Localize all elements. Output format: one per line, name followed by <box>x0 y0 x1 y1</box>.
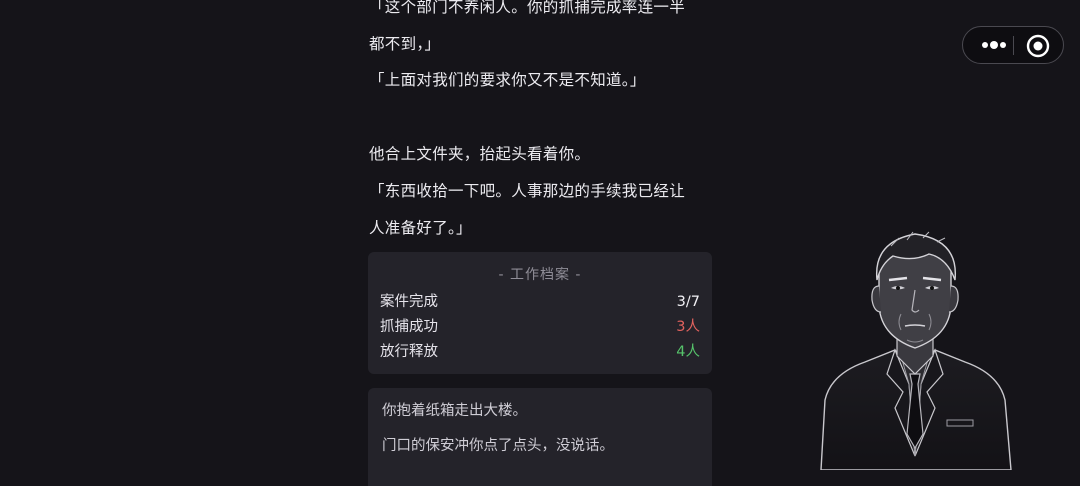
stat-row-cases: 案件完成 3/7 <box>380 292 700 312</box>
stat-value: 3人 <box>676 319 700 335</box>
supervisor-portrait <box>817 224 1013 471</box>
close-target-icon[interactable] <box>1025 33 1051 59</box>
miniprogram-capsule <box>962 26 1064 64</box>
story-line: 都不到，」 <box>369 35 441 53</box>
stat-row-released: 放行释放 4人 <box>380 342 700 362</box>
ending-note-line: 门口的保安冲你点了点头，没说话。 <box>382 438 614 454</box>
work-file-card: - 工作档案 - 案件完成 3/7 抓捕成功 3人 放行释放 4人 <box>368 252 712 374</box>
story-line: 「上面对我们的要求你又不是不知道。」 <box>369 71 646 89</box>
stat-label: 放行释放 <box>380 344 438 360</box>
story-line: 「东西收拾一下吧。人事那边的手续我已经让 <box>369 182 686 200</box>
game-screen: 「这个部门不养闲人。你的抓捕完成率连一半 都不到，」 「上面对我们的要求你又不是… <box>0 0 1080 486</box>
stat-row-arrests: 抓捕成功 3人 <box>380 317 700 337</box>
work-file-title: - 工作档案 - <box>498 267 582 283</box>
stat-value: 4人 <box>676 344 700 360</box>
stat-value: 3/7 <box>676 294 700 310</box>
story-line: 人准备好了。」 <box>369 219 472 237</box>
more-dots-icon[interactable] <box>978 27 1014 63</box>
story-line: 「这个部门不养闲人。你的抓捕完成率连一半 <box>369 0 686 16</box>
ending-note-card: 你抱着纸箱走出大楼。 门口的保安冲你点了点头，没说话。 <box>368 388 712 486</box>
story-line: 他合上文件夹，抬起头看着你。 <box>369 145 591 163</box>
stat-label: 案件完成 <box>380 294 438 310</box>
ending-note-line: 你抱着纸箱走出大楼。 <box>382 403 527 419</box>
stat-label: 抓捕成功 <box>380 319 438 335</box>
capsule-divider <box>1013 36 1014 55</box>
